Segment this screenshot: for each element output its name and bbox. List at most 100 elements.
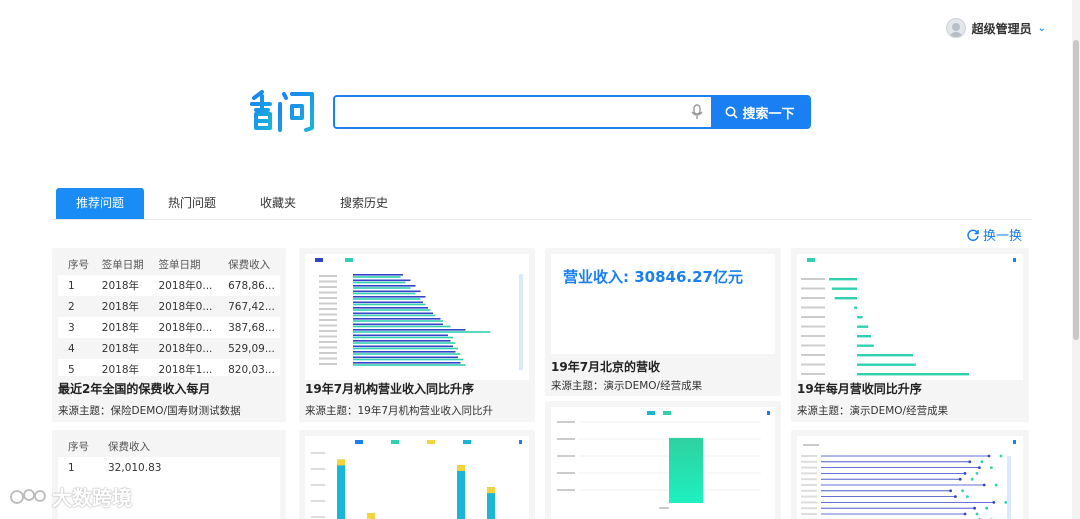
tab-favorites[interactable]: 收藏夹	[240, 188, 316, 219]
tick-label	[311, 484, 325, 486]
card-org-revenue[interactable]: 19年7月机构营业收入同比升序 来源主题：19年7月机构营业收入同比升	[299, 248, 535, 422]
card-premium-table[interactable]: 序号 签单日期 签单日期 保费收入 1 2018年 2018年0... 678,86.…	[52, 248, 286, 422]
bar	[353, 329, 466, 331]
tick-label	[659, 507, 669, 509]
data-point	[990, 466, 993, 469]
data-point	[975, 512, 979, 516]
legend-swatch	[663, 411, 671, 415]
bar	[353, 364, 466, 366]
bar	[353, 274, 403, 276]
table-cell: 2018年	[101, 280, 140, 292]
search-input[interactable]	[335, 97, 683, 127]
page: 超级管理员 ⌄ 搜索一下 推荐问题 热门问题 收藏夹 搜索历史 换一换 序号 签…	[0, 0, 1080, 519]
bar	[854, 306, 857, 309]
tick-label	[801, 460, 817, 463]
card-chart[interactable]	[299, 430, 535, 519]
legend-swatch	[391, 440, 399, 444]
table-cell: 5	[68, 363, 75, 376]
vertical-scrollbar[interactable]	[1072, 0, 1080, 519]
legend-swatch	[355, 440, 363, 444]
watermark: 大数跨境	[8, 482, 132, 511]
bar	[353, 298, 421, 300]
tick-label	[319, 280, 337, 283]
tab-recommended[interactable]: 推荐问题	[56, 188, 145, 219]
data-point	[973, 506, 976, 510]
legend-swatch	[345, 258, 353, 262]
tab-history[interactable]: 搜索历史	[320, 188, 408, 219]
table-cell: 2018年0...	[148, 338, 219, 359]
table-cell: 529,09...	[218, 338, 280, 359]
tick-label	[801, 297, 825, 299]
data-point	[1004, 501, 1008, 504]
tick-label	[801, 354, 825, 356]
tick-label	[557, 438, 575, 440]
bar-cap	[457, 464, 465, 471]
data-point	[970, 477, 974, 481]
table-cell: 1	[68, 279, 75, 292]
chart-preview	[305, 254, 529, 380]
card-monthly-revenue[interactable]: 19年每月营收同比升序 来源主题：演示DEMO/经营成果	[791, 248, 1029, 422]
card-chart[interactable]	[545, 401, 781, 519]
bar	[353, 281, 406, 284]
bar	[353, 331, 491, 333]
tick-label	[801, 513, 817, 515]
card-title: 19年7月北京的营收	[551, 360, 661, 374]
chart-scrollbar	[1007, 456, 1011, 519]
table-cell: 32,010.83	[108, 461, 162, 474]
tick-label	[801, 455, 817, 457]
table-cell: 1	[68, 461, 75, 474]
column-header: 序号	[58, 436, 98, 457]
tick-label	[801, 489, 817, 492]
tick-label	[311, 516, 325, 518]
table-cell: 387,68...	[228, 321, 275, 334]
bar	[337, 459, 345, 519]
data-point	[963, 512, 967, 516]
tick-label	[801, 306, 825, 309]
tick-label	[557, 489, 575, 491]
chevron-down-icon: ⌄	[1037, 22, 1046, 34]
tick-label	[801, 501, 817, 504]
logo-icon	[250, 90, 314, 132]
tick-label	[319, 308, 337, 310]
data-point	[994, 483, 998, 487]
tick-label	[801, 466, 817, 469]
search-button[interactable]: 搜索一下	[711, 97, 809, 127]
tab-hot[interactable]: 热门问题	[148, 188, 236, 219]
kpi-preview: 营业收入: 30846.27亿元	[551, 254, 775, 354]
table-cell: 2018年	[101, 322, 140, 334]
legend-swatch	[427, 440, 435, 444]
bar	[353, 325, 451, 328]
refresh-button[interactable]: 换一换	[966, 225, 1022, 244]
data-point	[961, 489, 964, 493]
user-menu[interactable]: 超级管理员 ⌄	[945, 18, 1046, 38]
chart-preview	[551, 407, 775, 519]
table-row: 5 2018年 2018年1... 820,03...	[58, 359, 280, 377]
bar	[834, 297, 857, 300]
search-icon	[725, 106, 739, 119]
tick-label	[557, 455, 575, 457]
tick-label	[319, 275, 337, 277]
bar-chart	[801, 258, 1016, 376]
axis-title	[803, 444, 819, 446]
legend-swatch	[315, 258, 323, 262]
microphone-icon[interactable]	[683, 97, 711, 127]
toolbox-icon	[767, 411, 770, 415]
table-cell: 678,86...	[228, 279, 275, 292]
bar	[353, 334, 448, 337]
data-point	[992, 501, 996, 504]
tick-label	[557, 421, 575, 423]
dot-chart	[801, 440, 1016, 519]
data-table: 序号 签单日期 签单日期 保费收入 1 2018年 2018年0... 678,86.…	[58, 254, 280, 376]
data-table: 序号 保费收入 1 32,010.83	[58, 436, 280, 478]
card-chart[interactable]	[791, 430, 1029, 519]
bar	[353, 307, 428, 309]
data-point	[963, 472, 967, 475]
scrollbar-thumb[interactable]	[1073, 40, 1079, 340]
table-cell: 2018年0...	[158, 280, 213, 292]
bar	[353, 353, 461, 355]
table-row: 1 2018年 2018年0... 678,86...	[58, 275, 280, 296]
column-header: 保费收入	[98, 436, 280, 457]
card-beijing-revenue[interactable]: 营业收入: 30846.27亿元 19年7月北京的营收 来源主题：演示DEMO/…	[545, 248, 781, 396]
tick-label	[319, 302, 337, 305]
table-cell: 767,42...	[218, 296, 280, 317]
